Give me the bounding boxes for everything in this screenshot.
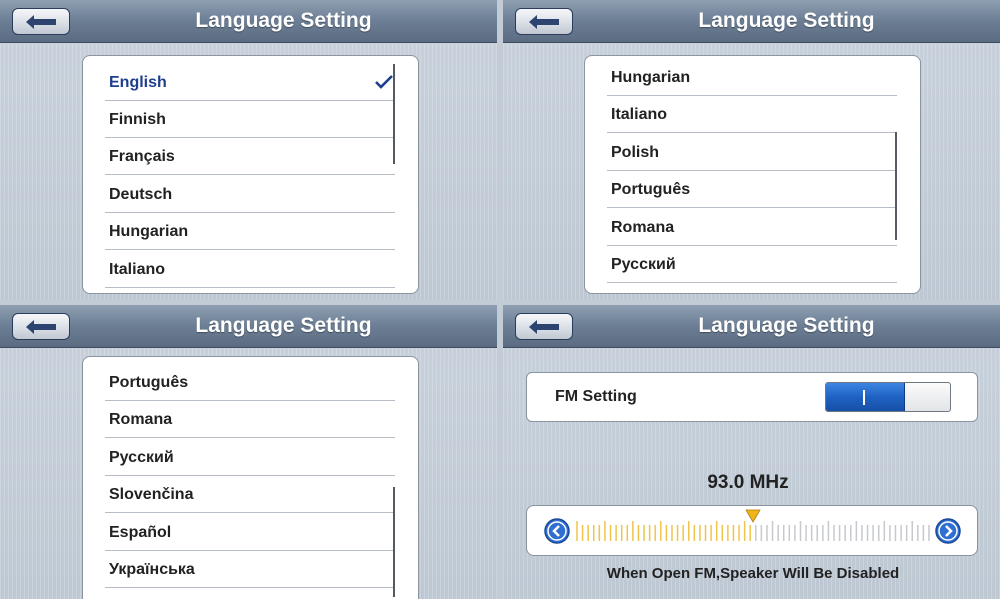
back-arrow-icon — [26, 14, 56, 29]
fm-setting-row: FM Setting — [526, 372, 978, 422]
language-option-hungarian[interactable]: Hungarian — [607, 59, 897, 96]
fm-toggle[interactable] — [825, 382, 951, 412]
fm-warning-note: When Open FM,Speaker Will Be Disabled — [606, 565, 900, 582]
back-button[interactable] — [12, 313, 70, 340]
back-button[interactable] — [515, 8, 573, 35]
tune-up-button[interactable] — [935, 518, 961, 544]
language-label: Slovenčina — [109, 486, 194, 503]
language-label: Français — [109, 148, 175, 165]
language-option-italiano[interactable]: Italiano — [105, 251, 395, 288]
title-bar: Language Setting — [503, 0, 1000, 43]
back-arrow-icon — [529, 14, 559, 29]
title-bar: Language Setting — [0, 0, 497, 43]
language-option-romana[interactable]: Romana — [607, 209, 897, 246]
frequency-tuner[interactable] — [526, 505, 978, 556]
language-list[interactable]: Hungarian Italiano Polish Português Roma… — [584, 55, 921, 294]
language-label: Hungarian — [611, 69, 691, 86]
scrollbar[interactable] — [393, 487, 395, 597]
language-option-polish[interactable]: Polish — [607, 134, 897, 171]
title-bar: Language Setting — [503, 305, 1000, 348]
language-screen-3: Language Setting Português Romana Русски… — [0, 305, 497, 599]
language-option-finnish[interactable]: Finnish — [105, 101, 395, 138]
back-button[interactable] — [515, 313, 573, 340]
language-option-romana[interactable]: Romana — [105, 401, 395, 438]
language-label: Português — [611, 181, 691, 198]
toggle-on-indicator — [826, 383, 905, 411]
language-option-russian[interactable]: Русский — [607, 246, 897, 283]
language-option-italiano[interactable]: Italiano — [607, 96, 897, 133]
language-label: Русский — [611, 256, 676, 273]
language-label: Romana — [611, 219, 675, 236]
page-title: Language Setting — [698, 314, 875, 337]
page-title: Language Setting — [195, 9, 372, 32]
language-label: English — [109, 74, 167, 91]
tuner-marker-icon[interactable] — [745, 509, 761, 523]
fm-screen: Language Setting FM Setting 93.0 MHz Whe… — [503, 305, 1000, 599]
language-option-espanol[interactable]: Español — [105, 514, 395, 551]
language-option-slovencina[interactable]: Slovenčina — [105, 476, 395, 513]
language-option-portugues[interactable]: Português — [105, 364, 395, 401]
language-label: Українська — [109, 561, 195, 578]
language-label: Polish — [611, 144, 660, 161]
language-screen-1: Language Setting English Finnish Françai… — [0, 0, 497, 300]
back-button[interactable] — [12, 8, 70, 35]
language-option-hungarian[interactable]: Hungarian — [105, 213, 395, 250]
language-option-ukrainian[interactable]: Українська — [105, 551, 395, 588]
page-title: Language Setting — [195, 314, 372, 337]
language-option-deutsch[interactable]: Deutsch — [105, 176, 395, 213]
scrollbar[interactable] — [895, 132, 897, 240]
scrollbar[interactable] — [393, 64, 395, 164]
language-label: Español — [109, 524, 172, 541]
checkmark-icon — [375, 75, 393, 89]
back-arrow-icon — [26, 319, 56, 334]
back-arrow-icon — [529, 319, 559, 334]
frequency-readout: 93.0 MHz — [707, 472, 789, 493]
language-option-english[interactable]: English — [105, 64, 395, 101]
language-label: Romana — [109, 411, 173, 428]
language-option-russian[interactable]: Русский — [105, 439, 395, 476]
tune-down-button[interactable] — [544, 518, 570, 544]
frequency-scale[interactable] — [573, 509, 933, 545]
language-option-francais[interactable]: Français — [105, 138, 395, 175]
language-list[interactable]: Português Romana Русский Slovenčina Espa… — [82, 356, 419, 599]
language-label: Русский — [109, 449, 174, 466]
language-label: Finnish — [109, 111, 166, 128]
language-label: Português — [109, 374, 189, 391]
fm-setting-label: FM Setting — [555, 388, 637, 405]
title-bar: Language Setting — [0, 305, 497, 348]
language-label: Italiano — [109, 261, 166, 278]
language-label: Deutsch — [109, 186, 173, 203]
page-title: Language Setting — [698, 9, 875, 32]
language-label: Italiano — [611, 106, 668, 123]
language-option-portugues[interactable]: Português — [607, 171, 897, 208]
language-label: Hungarian — [109, 223, 189, 240]
language-list[interactable]: English Finnish Français Deutsch Hungari… — [82, 55, 419, 294]
language-screen-2: Language Setting Hungarian Italiano Poli… — [503, 0, 1000, 300]
